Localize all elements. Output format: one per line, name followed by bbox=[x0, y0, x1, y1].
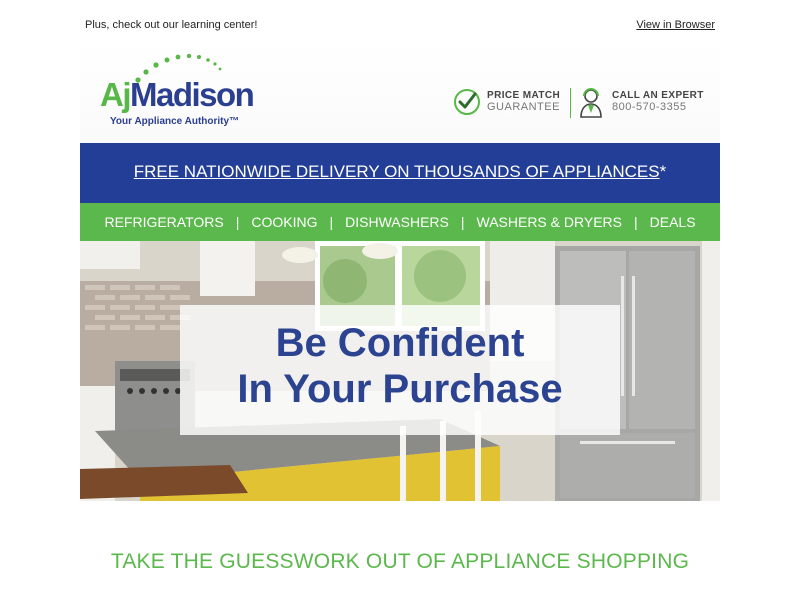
call-an-expert[interactable]: CALL AN EXPERT 800-570-3355 bbox=[578, 86, 713, 120]
header-divider bbox=[570, 88, 571, 118]
price-match-guarantee[interactable]: PRICE MATCH GUARANTEE bbox=[453, 86, 573, 120]
expert-phone-number[interactable]: 800-570-3355 bbox=[612, 101, 687, 113]
call-expert-label: CALL AN EXPERT bbox=[612, 90, 704, 101]
hero-headline-line1: Be Confident bbox=[275, 321, 525, 365]
expert-headset-icon bbox=[580, 88, 602, 118]
ajmadison-logo[interactable]: AjMadison Your Appliance Authority™ bbox=[100, 50, 275, 127]
nav-washers-dryers[interactable]: WASHERS & DRYERS bbox=[477, 214, 622, 230]
free-delivery-link[interactable]: FREE NATIONWIDE DELIVERY ON THOUSANDS OF… bbox=[134, 162, 666, 182]
nav-cooking[interactable]: COOKING bbox=[251, 214, 317, 230]
nav-dishwashers[interactable]: DISHWASHERS bbox=[345, 214, 449, 230]
section-tagline: TAKE THE GUESSWORK OUT OF APPLIANCE SHOP… bbox=[110, 550, 690, 573]
nav-separator: | bbox=[460, 214, 465, 230]
checkmark-circle-icon bbox=[454, 89, 480, 115]
category-nav: REFRIGERATORS | COOKING | DISHWASHERS | … bbox=[80, 203, 720, 241]
logo-tagline: Your Appliance Authority™ bbox=[110, 116, 240, 127]
view-in-browser-link[interactable]: View in Browser bbox=[636, 19, 715, 31]
delivery-banner: FREE NATIONWIDE DELIVERY ON THOUSANDS OF… bbox=[80, 143, 720, 203]
hero-banner[interactable]: Be Confident In Your Purchase bbox=[80, 241, 720, 501]
header: AjMadison Your Appliance Authority™ PRIC… bbox=[80, 40, 720, 143]
nav-separator: | bbox=[633, 214, 638, 230]
hero-headline-line2: In Your Purchase bbox=[237, 367, 563, 411]
email-container: Plus, check out our learning center! Vie… bbox=[80, 0, 720, 600]
price-match-label: PRICE MATCH bbox=[487, 90, 561, 101]
learning-center-note[interactable]: Plus, check out our learning center! bbox=[85, 19, 257, 31]
guarantee-label: GUARANTEE bbox=[487, 101, 560, 113]
logo-wordmark: AjMadison bbox=[100, 76, 255, 113]
nav-separator: | bbox=[329, 214, 334, 230]
nav-deals[interactable]: DEALS bbox=[650, 214, 696, 230]
nav-separator: | bbox=[235, 214, 240, 230]
nav-refrigerators[interactable]: REFRIGERATORS bbox=[104, 214, 223, 230]
hero-text-panel: Be Confident In Your Purchase bbox=[180, 305, 620, 435]
